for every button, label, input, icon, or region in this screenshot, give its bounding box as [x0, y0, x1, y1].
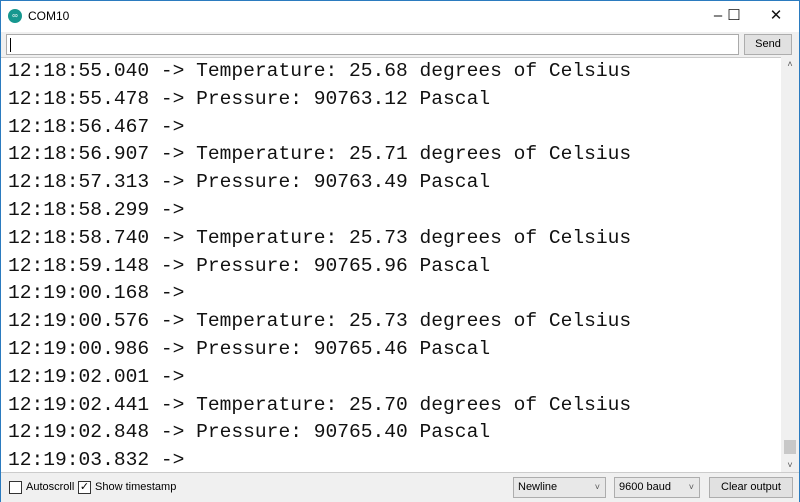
line-ending-select[interactable]: Newline ˅ — [513, 477, 606, 498]
clear-output-button[interactable]: Clear output — [709, 477, 793, 498]
title-bar: ∞ COM10 – ☐ ✕ — [1, 1, 799, 31]
chevron-down-icon: ˅ — [688, 482, 694, 492]
autoscroll-checkbox[interactable] — [9, 481, 22, 494]
scrollbar-thumb[interactable] — [784, 440, 796, 454]
output-line: 12:19:02.848 -> Pressure: 90765.40 Pasca… — [8, 421, 491, 444]
output-line: 12:18:56.467 -> — [8, 115, 197, 138]
baud-rate-select[interactable]: 9600 baud ˅ — [614, 477, 700, 498]
serial-input[interactable] — [6, 34, 739, 55]
line-ending-value: Newline — [518, 481, 558, 493]
output-line: 12:19:02.001 -> — [8, 365, 197, 388]
output-line: 12:18:58.740 -> Temperature: 25.73 degre… — [8, 226, 632, 249]
output-line: 12:18:55.478 -> Pressure: 90763.12 Pasca… — [8, 87, 491, 110]
chevron-down-icon: ˅ — [594, 482, 600, 492]
output-line: 12:19:00.986 -> Pressure: 90765.46 Pasca… — [8, 337, 491, 360]
show-timestamp-checkbox[interactable]: ✓ — [78, 481, 91, 494]
output-line: 12:19:02.441 -> Temperature: 25.70 degre… — [8, 393, 632, 416]
output-line: 12:18:59.148 -> Pressure: 90765.96 Pasca… — [8, 254, 491, 277]
scroll-up-icon[interactable]: ˄ — [781, 59, 799, 69]
output-line: 12:19:03.832 -> — [8, 449, 197, 472]
text-caret — [10, 38, 11, 52]
serial-output: 12:18:55.040 -> Temperature: 25.68 degre… — [1, 57, 781, 472]
send-button[interactable]: Send — [744, 34, 792, 55]
footer-bar: Autoscroll ✓ Show timestamp Newline ˅ 960… — [1, 472, 799, 502]
output-line: 12:19:00.576 -> Temperature: 25.73 degre… — [8, 310, 632, 333]
output-line: 12:18:58.299 -> — [8, 198, 197, 221]
output-line: 12:19:00.168 -> — [8, 282, 197, 305]
vertical-scrollbar[interactable]: ˄ ˅ — [781, 57, 799, 472]
output-line: 12:18:57.313 -> Pressure: 90763.49 Pasca… — [8, 171, 491, 194]
baud-rate-value: 9600 baud — [619, 481, 671, 493]
output-line: 12:18:55.040 -> Temperature: 25.68 degre… — [8, 60, 632, 82]
output-line: 12:18:56.907 -> Temperature: 25.71 degre… — [8, 143, 632, 166]
scroll-down-icon[interactable]: ˅ — [781, 460, 799, 470]
autoscroll-label: Autoscroll — [26, 481, 75, 493]
input-row: Send — [1, 32, 799, 57]
maximize-button[interactable]: ☐ — [711, 1, 757, 31]
arduino-logo-icon: ∞ — [8, 9, 22, 23]
window-title: COM10 — [28, 9, 70, 23]
show-timestamp-label: Show timestamp — [95, 481, 177, 493]
close-button[interactable]: ✕ — [753, 1, 799, 31]
